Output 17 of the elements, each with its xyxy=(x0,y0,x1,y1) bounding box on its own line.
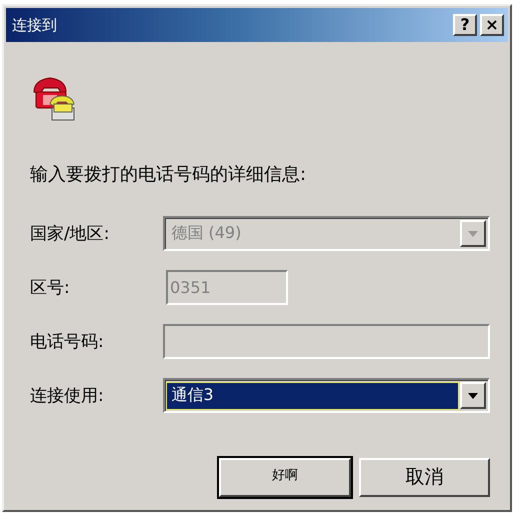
field-label: 连接使用: xyxy=(30,385,105,407)
selected-value: 通信3 xyxy=(167,382,458,408)
dropdown-field[interactable]: 通信3 xyxy=(163,378,490,413)
input-field[interactable] xyxy=(163,324,490,359)
help-button[interactable]: ? xyxy=(453,14,477,36)
caret-icon xyxy=(468,392,478,398)
dropdown-arrow-button[interactable] xyxy=(460,382,486,409)
field-label: 区号: xyxy=(30,277,71,299)
instruction-text: 输入要拨打的电话号码的详细信息: xyxy=(30,163,308,186)
ok-button[interactable]: 好啊 xyxy=(219,458,351,497)
field-label: 电话号码: xyxy=(30,331,105,353)
selected-value: 德国 (49) xyxy=(170,222,242,244)
field-label: 国家/地区: xyxy=(30,223,110,245)
window-title: 连接到 xyxy=(12,16,58,34)
caret-icon xyxy=(468,230,478,236)
cancel-button[interactable]: 取消 xyxy=(359,458,490,497)
close-button[interactable]: × xyxy=(480,14,504,36)
